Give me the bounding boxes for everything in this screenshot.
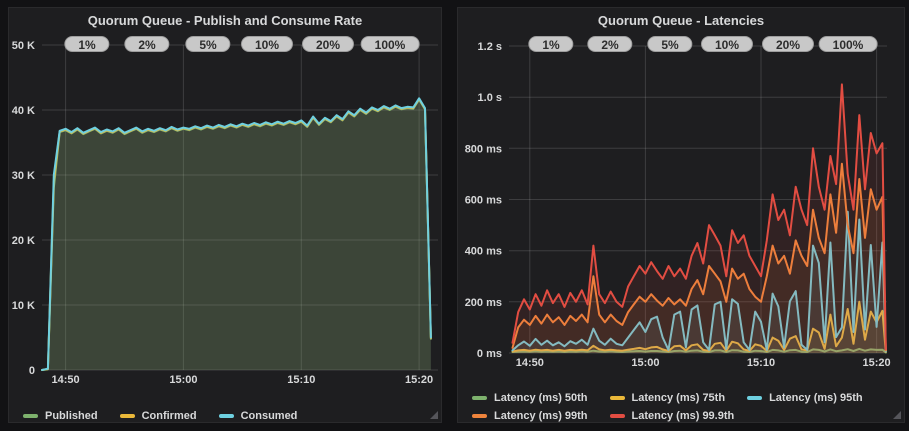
published-series-swatch [23, 414, 38, 418]
svg-text:15:20: 15:20 [863, 357, 891, 369]
svg-text:14:50: 14:50 [516, 357, 544, 369]
svg-text:0: 0 [29, 365, 35, 377]
annotation-pill-1pct[interactable]: 1% [528, 36, 573, 52]
svg-text:400 ms: 400 ms [465, 246, 502, 258]
legend-item-latency-75th[interactable]: Latency (ms) 75th [610, 392, 726, 404]
svg-text:15:20: 15:20 [405, 374, 433, 386]
annotation-pill-100pct[interactable]: 100% [819, 36, 878, 52]
svg-text:200 ms: 200 ms [465, 297, 502, 309]
publish-consume-chart[interactable]: 50 K 40 K 30 K 20 K 10 K 0 14:50 15:00 15:10 15:2… [9, 32, 443, 402]
legend-label-consumed: Consumed [241, 410, 298, 422]
legend-item-published[interactable]: Published [23, 410, 98, 422]
grafana-dashboard: { "page": { "background": "#121214", "pa… [0, 0, 909, 431]
annotation-pill-20pct[interactable]: 20% [762, 36, 814, 52]
panel-publish-consume-rate: Quorum Queue - Publish and Consume Rate … [8, 7, 442, 423]
latency-50th-series-swatch [472, 396, 487, 400]
svg-text:30 K: 30 K [12, 170, 35, 182]
legend-item-latency-95th[interactable]: Latency (ms) 95th [747, 392, 863, 404]
confirmed-series-swatch [120, 414, 135, 418]
annotation-pill-10pct[interactable]: 10% [241, 36, 293, 52]
svg-text:10 K: 10 K [12, 300, 35, 312]
panel-latencies: Quorum Queue - Latencies 1.2 s 1.0 s 800 m… [457, 7, 905, 423]
annotation-pill-2pct[interactable]: 2% [587, 36, 632, 52]
svg-text:15:10: 15:10 [747, 357, 775, 369]
svg-text:800 ms: 800 ms [465, 143, 502, 155]
annotation-pill-20pct[interactable]: 20% [302, 36, 354, 52]
legend-label-published: Published [45, 410, 98, 422]
legend-label-latency-999th: Latency (ms) 99.9th [632, 410, 735, 422]
latency-99th-series-swatch [472, 414, 487, 418]
svg-text:20 K: 20 K [12, 235, 35, 247]
svg-text:14:50: 14:50 [52, 374, 80, 386]
legend-label-confirmed: Confirmed [142, 410, 197, 422]
svg-text:600 ms: 600 ms [465, 195, 502, 207]
legend-label-latency-99th: Latency (ms) 99th [494, 410, 588, 422]
latency-95th-series-swatch [747, 396, 762, 400]
latency-999th-series-swatch [610, 414, 625, 418]
annotation-pill-5pct[interactable]: 5% [185, 36, 230, 52]
latencies-legend: Latency (ms) 50th Latency (ms) 75th Late… [472, 392, 902, 422]
legend-item-confirmed[interactable]: Confirmed [120, 410, 197, 422]
svg-text:50 K: 50 K [12, 40, 35, 52]
annotation-pill-2pct[interactable]: 2% [124, 36, 169, 52]
panel-title-latencies[interactable]: Quorum Queue - Latencies [458, 8, 904, 32]
publish-consume-legend: Published Confirmed Consumed [23, 410, 443, 422]
legend-label-latency-50th: Latency (ms) 50th [494, 392, 588, 404]
legend-item-latency-99th[interactable]: Latency (ms) 99th [472, 410, 588, 422]
svg-text:1.0 s: 1.0 s [478, 92, 502, 104]
svg-text:15:00: 15:00 [169, 374, 197, 386]
latencies-chart[interactable]: 1.2 s 1.0 s 800 ms 600 ms 400 ms 200 ms 0 ms 14… [458, 32, 906, 384]
legend-item-consumed[interactable]: Consumed [219, 410, 298, 422]
svg-text:0 ms: 0 ms [477, 348, 502, 360]
svg-text:1.2 s: 1.2 s [478, 41, 502, 53]
svg-text:40 K: 40 K [12, 105, 35, 117]
annotation-pill-1pct[interactable]: 1% [64, 36, 109, 52]
annotation-pill-100pct[interactable]: 100% [361, 36, 420, 52]
svg-text:15:10: 15:10 [287, 374, 315, 386]
legend-label-latency-75th: Latency (ms) 75th [632, 392, 726, 404]
legend-item-latency-50th[interactable]: Latency (ms) 50th [472, 392, 588, 404]
legend-item-latency-999th[interactable]: Latency (ms) 99.9th [610, 410, 735, 422]
annotation-pill-5pct[interactable]: 5% [647, 36, 692, 52]
panel-title-publish-consume[interactable]: Quorum Queue - Publish and Consume Rate [9, 8, 441, 32]
consumed-series-swatch [219, 414, 234, 418]
annotation-pill-10pct[interactable]: 10% [701, 36, 753, 52]
svg-text:15:00: 15:00 [631, 357, 659, 369]
latency-75th-series-swatch [610, 396, 625, 400]
legend-label-latency-95th: Latency (ms) 95th [769, 392, 863, 404]
